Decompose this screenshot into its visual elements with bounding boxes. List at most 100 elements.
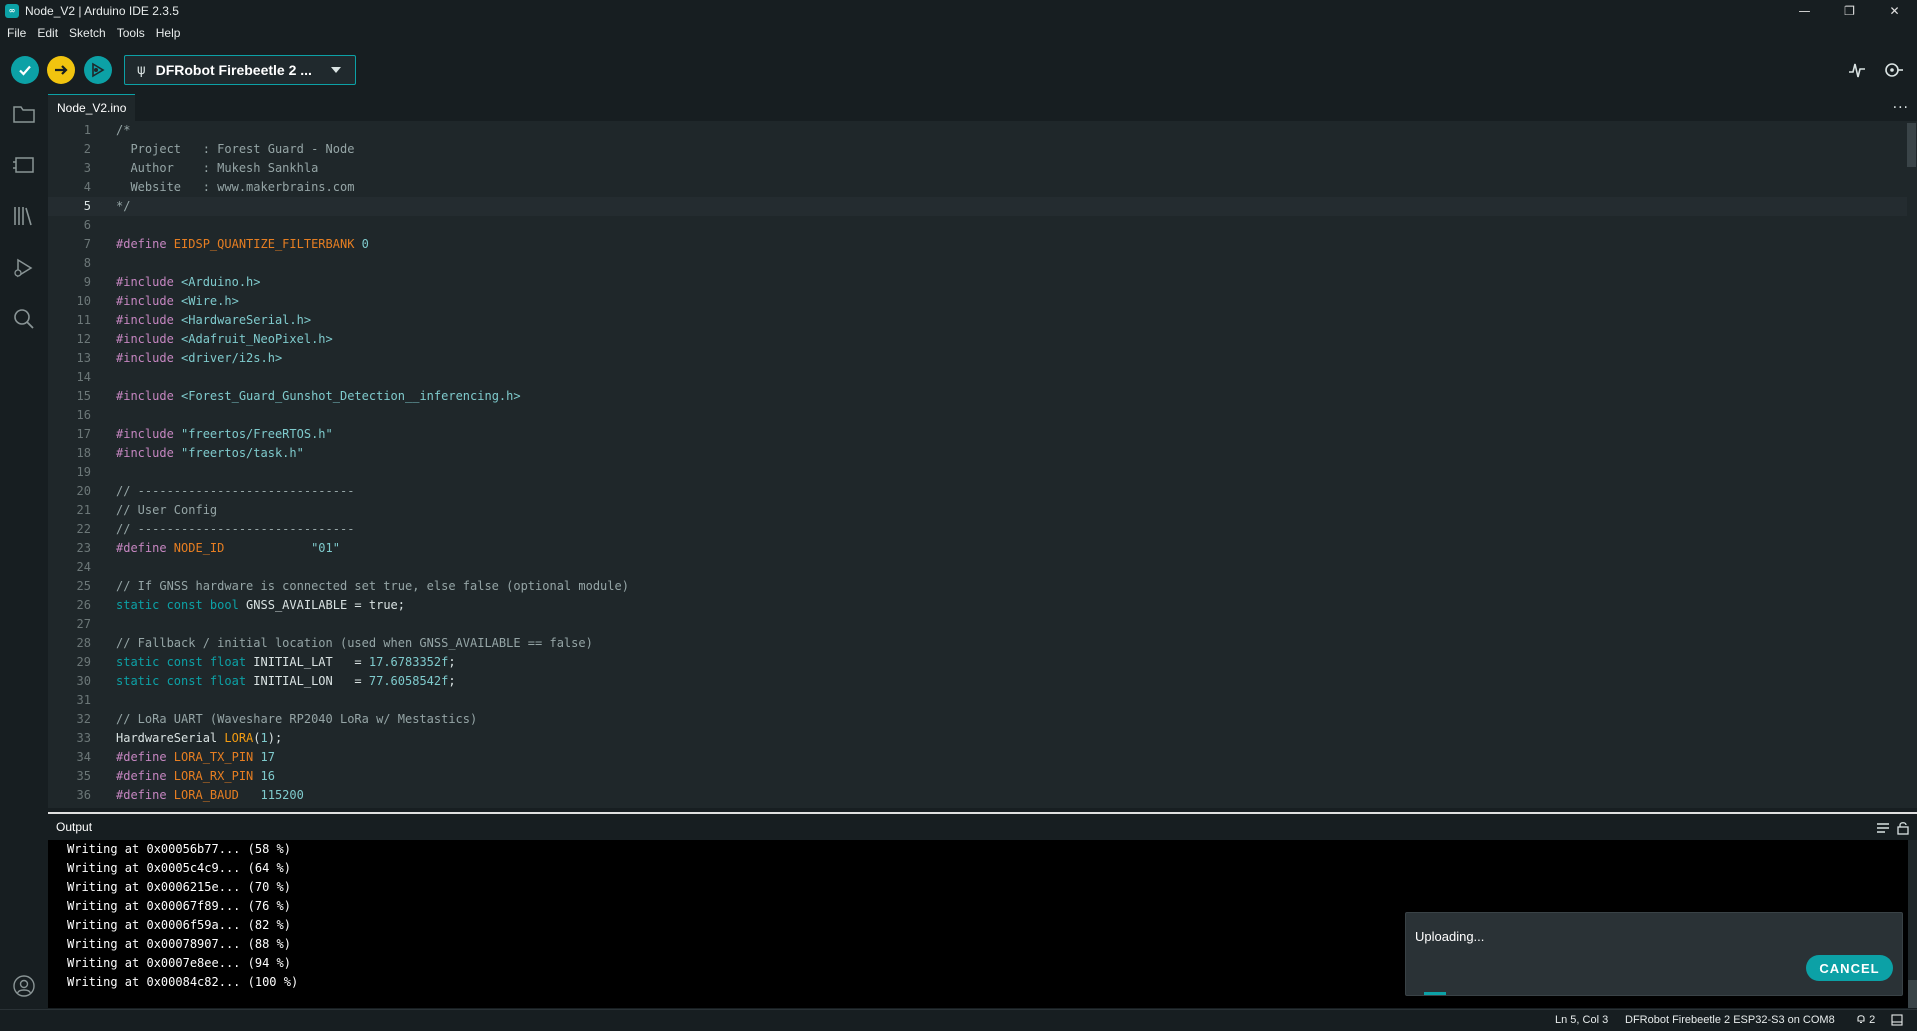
- code-line[interactable]: 18 #include "freertos/task.h": [48, 444, 1908, 463]
- menu-file[interactable]: File: [7, 26, 26, 40]
- code-token: #include: [116, 294, 182, 308]
- minimize-button[interactable]: —: [1782, 0, 1827, 22]
- code-line[interactable]: 8: [48, 254, 1908, 273]
- code-line[interactable]: 9 #include <Arduino.h>: [48, 273, 1908, 292]
- clear-output-icon[interactable]: [1875, 820, 1891, 836]
- code-line[interactable]: 7 #define EIDSP_QUANTIZE_FILTERBANK 0: [48, 235, 1908, 254]
- serial-plotter-button[interactable]: [1845, 58, 1869, 82]
- output-scrollbar-thumb[interactable]: [1908, 980, 1917, 1008]
- board-port-status[interactable]: DFRobot Firebeetle 2 ESP32-S3 on COM8: [1625, 1014, 1835, 1026]
- code-token: static const bool: [116, 598, 247, 612]
- tab-node-v2[interactable]: Node_V2.ino: [48, 94, 136, 121]
- code-line[interactable]: 28 // Fallback / initial location (used w…: [48, 634, 1908, 653]
- toolbar: ψ DFRobot Firebeetle 2 ...: [0, 44, 1917, 94]
- board-selector[interactable]: ψ DFRobot Firebeetle 2 ...: [124, 55, 356, 85]
- line-number: 9: [83, 275, 91, 289]
- plotter-icon: [1849, 63, 1865, 78]
- code-line[interactable]: 22 // ------------------------------: [48, 520, 1908, 539]
- code-token: #define: [116, 769, 174, 783]
- code-line[interactable]: 31: [48, 691, 1908, 710]
- code-line[interactable]: 29 static const float INITIAL_LAT = 17.67…: [48, 653, 1908, 672]
- line-number: 23: [76, 541, 91, 555]
- boards-manager-icon[interactable]: [10, 151, 38, 179]
- close-button[interactable]: ✕: [1872, 0, 1917, 22]
- library-manager-icon[interactable]: [10, 202, 38, 230]
- code-token: #include: [116, 427, 182, 441]
- code-line[interactable]: 17 #include "freertos/FreeRTOS.h": [48, 425, 1908, 444]
- code-line[interactable]: 3 Author : Mukesh Sankhla: [48, 159, 1908, 178]
- code-line[interactable]: 30 static const float INITIAL_LON = 77.60…: [48, 672, 1908, 691]
- folder-icon[interactable]: [10, 100, 38, 128]
- code-line[interactable]: 1 /*: [48, 121, 1908, 140]
- serial-monitor-button[interactable]: [1881, 58, 1905, 82]
- editor-scrollbar-thumb[interactable]: [1907, 123, 1916, 167]
- code-line[interactable]: 23 #define NODE_ID "01": [48, 539, 1908, 558]
- cursor-position[interactable]: Ln 5, Col 3: [1555, 1014, 1608, 1026]
- code-line[interactable]: 34 #define LORA_TX_PIN 17: [48, 748, 1908, 767]
- cancel-button[interactable]: CANCEL: [1806, 955, 1893, 981]
- line-number: 21: [76, 503, 91, 517]
- menu-edit[interactable]: Edit: [37, 26, 58, 40]
- code-line[interactable]: 24: [48, 558, 1908, 577]
- code-text: Author : Mukesh Sankhla: [116, 159, 318, 178]
- code-line[interactable]: 11 #include <HardwareSerial.h>: [48, 311, 1908, 330]
- checkmark-icon: [19, 65, 31, 76]
- code-token: "freertos/FreeRTOS.h": [181, 427, 333, 441]
- code-line[interactable]: 27: [48, 615, 1908, 634]
- code-line[interactable]: 14: [48, 368, 1908, 387]
- notifications-indicator[interactable]: 2: [1856, 1014, 1875, 1026]
- code-line[interactable]: 26 static const bool GNSS_AVAILABLE = tru…: [48, 596, 1908, 615]
- code-line[interactable]: 35 #define LORA_RX_PIN 16: [48, 767, 1908, 786]
- code-line[interactable]: 2 Project : Forest Guard - Node: [48, 140, 1908, 159]
- search-icon[interactable]: [10, 305, 38, 333]
- code-line[interactable]: 15 #include <Forest_Guard_Gunshot_Detecti…: [48, 387, 1908, 406]
- editor-scrollbar[interactable]: [1907, 121, 1917, 808]
- code-token: #define: [116, 541, 174, 555]
- code-token: #include: [116, 313, 182, 327]
- debug-sidebar-icon[interactable]: [10, 254, 38, 282]
- upload-button[interactable]: [47, 56, 75, 84]
- code-editor[interactable]: 36 #define LORA_BAUD 115200 35 #define LORA…: [48, 121, 1917, 808]
- output-scrollbar[interactable]: [1908, 840, 1917, 1008]
- code-token: <Wire.h>: [181, 294, 239, 308]
- line-number: 19: [76, 465, 91, 479]
- code-token: // Fallback / initial location (used whe…: [116, 636, 593, 650]
- code-line[interactable]: 13 #include <driver/i2s.h>: [48, 349, 1908, 368]
- code-line[interactable]: 19: [48, 463, 1908, 482]
- code-line[interactable]: 6: [48, 216, 1908, 235]
- output-line: Writing at 0x00067f89... (76 %): [67, 899, 291, 913]
- code-token: 17.6783352f: [368, 655, 449, 669]
- restore-button[interactable]: ❐: [1827, 0, 1872, 22]
- code-line[interactable]: 33 HardwareSerial LORA(1);: [48, 729, 1908, 748]
- menu-sketch[interactable]: Sketch: [69, 26, 106, 40]
- lock-scroll-icon[interactable]: [1895, 820, 1911, 836]
- code-token: LORA_BAUD: [173, 788, 239, 802]
- toggle-panel-icon[interactable]: [1891, 1014, 1903, 1029]
- code-token: "01": [224, 541, 340, 555]
- debug-button[interactable]: [84, 56, 112, 84]
- code-token: static const float: [116, 674, 254, 688]
- code-token: LORA_RX_PIN: [173, 769, 254, 783]
- more-icon[interactable]: ···: [1893, 100, 1909, 116]
- code-text: #include <Adafruit_NeoPixel.h>: [116, 330, 333, 349]
- code-token: */: [116, 199, 131, 213]
- line-number: 26: [76, 598, 91, 612]
- code-line[interactable]: 16: [48, 406, 1908, 425]
- code-line[interactable]: 32 // LoRa UART (Waveshare RP2040 LoRa w/…: [48, 710, 1908, 729]
- code-line[interactable]: 10 #include <Wire.h>: [48, 292, 1908, 311]
- code-line[interactable]: 21 // User Config: [48, 501, 1908, 520]
- menu-help[interactable]: Help: [156, 26, 181, 40]
- code-line[interactable]: 36 #define LORA_BAUD 115200: [48, 786, 1908, 805]
- verify-button[interactable]: [11, 56, 39, 84]
- code-line[interactable]: 25 // If GNSS hardware is connected set t…: [48, 577, 1908, 596]
- menu-tools[interactable]: Tools: [117, 26, 145, 40]
- code-token: 115200: [238, 788, 304, 802]
- code-line[interactable]: 20 // ------------------------------: [48, 482, 1908, 501]
- code-text: #include <Forest_Guard_Gunshot_Detection…: [116, 387, 521, 406]
- account-icon[interactable]: [10, 972, 38, 1000]
- line-number: 7: [83, 237, 91, 251]
- code-line[interactable]: 5 */: [48, 197, 1908, 216]
- code-line[interactable]: 12 #include <Adafruit_NeoPixel.h>: [48, 330, 1908, 349]
- code-token: #include: [116, 275, 182, 289]
- code-line[interactable]: 4 Website : www.makerbrains.com: [48, 178, 1908, 197]
